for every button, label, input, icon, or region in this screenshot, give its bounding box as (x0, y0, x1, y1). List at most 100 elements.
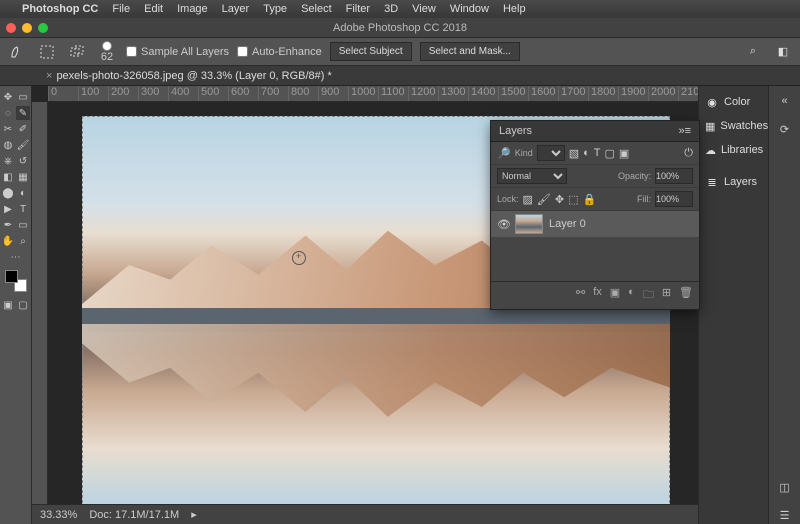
panel-column: ◉Color ▦Swatches ☁Libraries ≣Layers (698, 86, 768, 524)
filter-toggle-switch[interactable]: ⏻ (684, 147, 693, 160)
expand-panels-icon[interactable]: « (776, 92, 794, 110)
gradient-tool[interactable]: ▦ (16, 170, 30, 184)
lock-all-icon[interactable]: 🔒 (583, 193, 597, 206)
eyedropper-tool[interactable]: ✐ (16, 122, 30, 136)
selection-mode-new[interactable] (36, 41, 58, 63)
menu-layer[interactable]: Layer (222, 3, 250, 15)
dodge-tool[interactable]: ◐ (16, 186, 30, 200)
properties-panel-icon[interactable]: ◫ (776, 478, 794, 496)
menu-3d[interactable]: 3D (384, 3, 398, 15)
menu-window[interactable]: Window (450, 3, 489, 15)
layer-thumbnail[interactable] (515, 214, 543, 234)
panel-menu-icon[interactable]: »≡ (678, 125, 691, 137)
swatches-icon: ▦ (705, 119, 715, 133)
opacity-input[interactable] (655, 168, 693, 184)
sample-all-layers-checkbox[interactable]: Sample All Layers (126, 46, 229, 58)
menu-select[interactable]: Select (301, 3, 332, 15)
status-menu-chevron-icon[interactable]: ▸ (191, 508, 197, 521)
search-icon[interactable]: ⌕ (742, 41, 764, 63)
lock-image-icon[interactable]: 🖌 (537, 193, 551, 206)
swatches-panel-button[interactable]: ▦Swatches (699, 114, 768, 138)
document-tab-bar: ×pexels-photo-326058.jpeg @ 33.3% (Layer… (0, 66, 800, 86)
rectangle-tool[interactable]: ▭ (16, 218, 30, 232)
crop-tool[interactable]: ✂ (1, 122, 15, 136)
adjustments-panel-icon[interactable]: ☰ (776, 506, 794, 524)
color-panel-button[interactable]: ◉Color (699, 90, 768, 114)
layers-panel[interactable]: Layers »≡ 🔎Kind ▧ ◐ T ▢ ▣ ⏻ Normal Opaci… (490, 120, 700, 310)
selection-mode-add[interactable] (66, 41, 88, 63)
menu-view[interactable]: View (412, 3, 436, 15)
quick-mask-toggle[interactable]: ▣ (1, 298, 15, 312)
menu-file[interactable]: File (112, 3, 130, 15)
menu-help[interactable]: Help (503, 3, 526, 15)
lock-transparent-icon[interactable]: ▨ (523, 193, 533, 206)
layer-filter-kind[interactable] (537, 145, 565, 161)
workspace-switcher-icon[interactable]: ◧ (772, 41, 794, 63)
vertical-ruler[interactable] (32, 102, 48, 504)
select-and-mask-button[interactable]: Select and Mask... (420, 42, 520, 61)
tool-preset-picker[interactable] (6, 41, 28, 63)
foreground-background-colors[interactable] (5, 270, 27, 292)
layer-style-icon[interactable]: fx (593, 286, 602, 305)
layers-panel-button[interactable]: ≣Layers (699, 170, 768, 194)
healing-brush-tool[interactable]: ◍ (1, 138, 15, 152)
status-bar: 33.33% Doc: 17.1M/17.1M ▸ (32, 504, 698, 524)
visibility-toggle-icon[interactable]: 👁 (497, 218, 509, 231)
type-tool[interactable]: T (16, 202, 30, 216)
fill-input[interactable] (655, 191, 693, 207)
blend-mode-select[interactable]: Normal (497, 168, 567, 184)
history-panel-icon[interactable]: ⟳ (776, 120, 794, 138)
libraries-panel-button[interactable]: ☁Libraries (699, 138, 768, 162)
menu-image[interactable]: Image (177, 3, 208, 15)
lasso-tool[interactable]: ◌ (1, 106, 15, 120)
filter-type-icon[interactable]: T (594, 147, 601, 159)
lock-nested-icon[interactable]: ⬚ (568, 193, 578, 206)
clone-stamp-tool[interactable]: ⎈ (1, 154, 15, 168)
filter-smart-icon[interactable]: ▣ (619, 147, 629, 160)
pen-tool[interactable]: ✒ (1, 218, 15, 232)
path-selection-tool[interactable]: ▶ (1, 202, 15, 216)
layer-item[interactable]: 👁 Layer 0 (491, 211, 699, 237)
lock-position-icon[interactable]: ✥ (555, 193, 564, 206)
tools-panel: ✥▭ ◌✎ ✂✐ ◍🖌 ⎈↺ ◧▦ ⬤◐ ▶T ✒▭ ✋⌕ ⋯ ▣▢ (0, 86, 32, 524)
edit-toolbar[interactable]: ⋯ (9, 250, 23, 264)
maximize-button[interactable] (38, 23, 48, 33)
menu-edit[interactable]: Edit (144, 3, 163, 15)
select-subject-button[interactable]: Select Subject (330, 42, 412, 61)
eraser-tool[interactable]: ◧ (1, 170, 15, 184)
auto-enhance-checkbox[interactable]: Auto-Enhance (237, 46, 322, 58)
zoom-tool[interactable]: ⌕ (16, 234, 30, 248)
artboard-tool[interactable]: ▭ (16, 90, 30, 104)
layer-name[interactable]: Layer 0 (549, 218, 586, 230)
move-tool[interactable]: ✥ (1, 90, 15, 104)
hand-tool[interactable]: ✋ (1, 234, 15, 248)
blur-tool[interactable]: ⬤ (1, 186, 15, 200)
adjustment-layer-icon[interactable]: ◐ (628, 286, 635, 305)
zoom-level[interactable]: 33.33% (40, 509, 77, 521)
layer-mask-icon[interactable]: ▣ (610, 286, 620, 305)
brush-tool[interactable]: 🖌 (16, 138, 30, 152)
brush-cursor (292, 251, 306, 265)
close-tab-icon[interactable]: × (46, 70, 52, 82)
screen-mode-toggle[interactable]: ▢ (16, 298, 30, 312)
app-menu[interactable]: Photoshop CC (22, 3, 98, 15)
link-layers-icon[interactable]: ⚯ (576, 286, 585, 305)
filter-adjustment-icon[interactable]: ◐ (583, 147, 590, 159)
quick-selection-tool[interactable]: ✎ (16, 106, 30, 120)
delete-layer-icon[interactable]: 🗑 (679, 286, 693, 305)
history-brush-tool[interactable]: ↺ (16, 154, 30, 168)
document-tab[interactable]: ×pexels-photo-326058.jpeg @ 33.3% (Layer… (40, 70, 338, 82)
layers-panel-tab[interactable]: Layers »≡ (491, 121, 699, 142)
new-layer-icon[interactable]: ⊞ (662, 286, 671, 305)
brush-picker[interactable]: 62 (96, 41, 118, 63)
menu-type[interactable]: Type (263, 3, 287, 15)
group-icon[interactable]: 🗀 (643, 286, 654, 305)
menu-filter[interactable]: Filter (346, 3, 370, 15)
doc-info[interactable]: Doc: 17.1M/17.1M (89, 509, 179, 521)
layers-panel-footer: ⚯ fx ▣ ◐ 🗀 ⊞ 🗑 (491, 281, 699, 309)
filter-pixel-icon[interactable]: ▧ (569, 147, 579, 160)
close-button[interactable] (6, 23, 16, 33)
filter-shape-icon[interactable]: ▢ (605, 147, 615, 160)
horizontal-ruler[interactable]: 0100200300400500600700800900100011001200… (48, 86, 698, 102)
minimize-button[interactable] (22, 23, 32, 33)
